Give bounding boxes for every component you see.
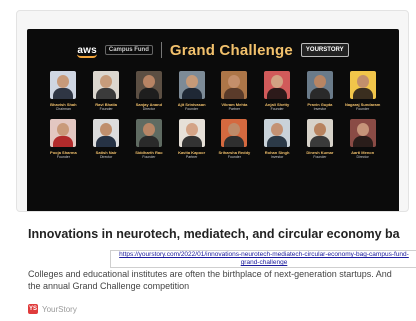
speaker-role: Founder [56,155,70,159]
speaker-body [53,88,74,99]
speaker-photo [93,119,120,147]
yourstory-favicon-icon: YS [28,304,38,314]
speaker-body [53,136,74,147]
speaker-head [142,123,155,136]
speaker-role: Partner [228,107,241,111]
speaker-head [142,75,155,88]
speaker-card: Aarti Menon Director [344,119,381,159]
aws-logo: aws [77,44,97,58]
speaker-card: Ajit Srinivasan Founder [173,71,210,111]
speaker-role: Director [142,107,155,111]
url-tooltip[interactable]: https://yourstory.com/2022/01/innovation… [110,250,416,268]
speaker-card: Rohan Singh Investor [259,119,296,159]
speaker-head [356,75,369,88]
speaker-body [352,88,373,99]
speaker-head [185,123,198,136]
speaker-head [185,75,198,88]
speaker-body [224,88,245,99]
speaker-photo [50,71,77,99]
speaker-body [267,88,288,99]
speaker-head [57,75,70,88]
speaker-role: Chairman [55,107,71,111]
link-preview-card[interactable]: aws Campus Fund Grand Challenge YOURSTOR… [0,0,416,321]
speaker-body [96,136,117,147]
speaker-card: Dinesh Kumar Founder [302,119,339,159]
speaker-role: Founder [227,155,241,159]
speaker-role: Founder [356,107,370,111]
speaker-card: Nagaraj Sundaram Founder [344,71,381,111]
speaker-role: Founder [185,107,199,111]
source-label[interactable]: YS YourStory [28,304,77,314]
speaker-role: Founder [99,107,113,111]
speaker-card: Vikram Mehta Partner [216,71,253,111]
speaker-body [96,88,117,99]
speaker-head [271,75,284,88]
speaker-photo [349,71,376,99]
speaker-card: Kavita Kapoor Partner [173,119,210,159]
grand-challenge-banner: aws Campus Fund Grand Challenge YOURSTOR… [27,29,399,211]
speaker-body [181,136,202,147]
article-title[interactable]: Innovations in neurotech, mediatech, and… [28,226,413,243]
speaker-card: Anjali Shetty Founder [259,71,296,111]
speaker-head [228,75,241,88]
speaker-card: Bhavish Shah Chairman [45,71,82,111]
speaker-card: Ravi Bhatia Founder [88,71,125,111]
speaker-role: Partner [185,155,198,159]
speaker-role: Founder [313,155,327,159]
speaker-card: Sanjay Anand Director [131,71,168,111]
speaker-head [271,123,284,136]
speaker-head [100,75,113,88]
speaker-body [352,136,373,147]
speaker-body [267,136,288,147]
speaker-photo [93,71,120,99]
speaker-body [138,136,159,147]
speaker-body [224,136,245,147]
speaker-head [356,123,369,136]
article-description: Colleges and educational institutes are … [28,269,392,291]
speaker-photo [50,119,77,147]
campus-fund-logo: Campus Fund [104,45,153,55]
speaker-card: Pooja Sharma Founder [45,119,82,159]
speaker-role: Director [356,155,369,159]
speaker-photo [349,119,376,147]
speaker-head [313,75,326,88]
speaker-head [313,123,326,136]
source-name: YourStory [42,304,77,314]
speaker-photo [306,71,333,99]
speaker-photo [264,71,291,99]
speaker-photo [264,119,291,147]
speaker-body [309,88,330,99]
speaker-role: Founder [142,155,156,159]
speaker-head [228,123,241,136]
banner-header: aws Campus Fund Grand Challenge YOURSTOR… [27,39,399,61]
speaker-body [181,88,202,99]
speaker-photo [221,119,248,147]
speaker-card: Pravin Gupta Investor [302,71,339,111]
yourstory-logo: YOURSTORY [300,43,349,57]
speaker-photo [135,119,162,147]
speaker-card: Siddharth Rao Founder [131,119,168,159]
speaker-role: Founder [270,107,284,111]
speaker-photo [135,71,162,99]
speaker-photo [221,71,248,99]
speakers-grid: Bhavish Shah Chairman Ravi Bhatia Founder Sa… [45,71,381,159]
speaker-photo [306,119,333,147]
speaker-role: Investor [313,107,327,111]
speaker-photo [178,71,205,99]
header-divider [160,42,162,58]
speaker-head [100,123,113,136]
thumbnail-frame[interactable]: aws Campus Fund Grand Challenge YOURSTOR… [16,10,409,212]
speaker-head [57,123,70,136]
speaker-body [309,136,330,147]
speaker-photo [178,119,205,147]
speaker-body [138,88,159,99]
speaker-role: Director [99,155,113,159]
speaker-card: Sriharsha Reddy Founder [216,119,253,159]
speaker-card: Satish Nair Director [88,119,125,159]
banner-title: Grand Challenge [169,41,293,59]
speaker-role: Investor [270,155,284,159]
